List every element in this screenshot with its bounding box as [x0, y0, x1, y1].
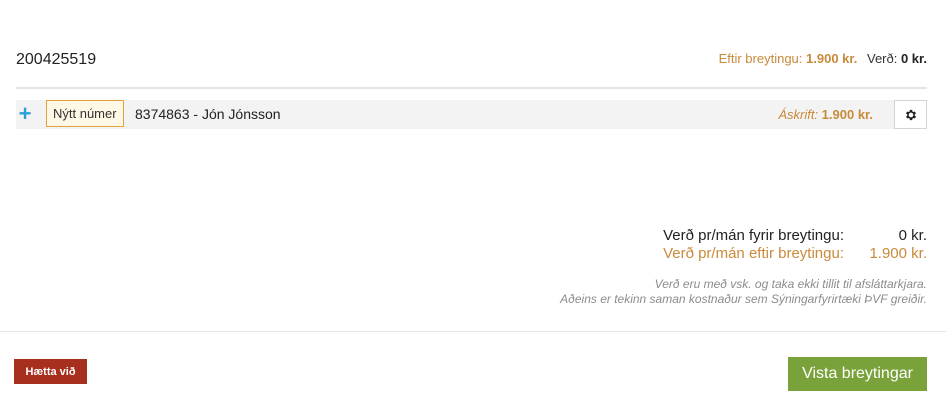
price-notes: Verð eru með vsk. og taka ekki tillit ti… — [560, 277, 927, 307]
subscription-row: + Nýtt númer 8374863 - Jón Jónsson Áskri… — [16, 100, 927, 129]
price-summary: Eftir breytingu: 1.900 kr. Verð: 0 kr. — [719, 51, 927, 66]
subscription-price-value: 1.900 kr. — [821, 107, 873, 122]
subscription-price-label: Áskrift: — [778, 107, 819, 122]
divider — [16, 87, 927, 89]
total-after-row: Verð pr/mán eftir breytingu: 1.900 kr. — [567, 245, 927, 263]
price-value: 0 kr. — [900, 51, 927, 66]
after-change-value: 1.900 kr. — [806, 51, 858, 66]
plus-icon: + — [18, 101, 32, 126]
subscription-line-label: 8374863 - Jón Jónsson — [135, 106, 281, 122]
price-note-cost: Aðeins er tekinn saman kostnaður sem Sýn… — [560, 292, 927, 306]
settings-button[interactable] — [894, 100, 927, 129]
new-number-badge: Nýtt númer — [46, 100, 124, 127]
total-before-row: Verð pr/mán fyrir breytingu: 0 kr. — [567, 227, 927, 245]
after-change-label: Eftir breytingu: — [718, 51, 803, 66]
footer-divider — [0, 331, 946, 332]
monthly-totals: Verð pr/mán fyrir breytingu: 0 kr. Verð … — [567, 227, 927, 263]
gear-icon — [905, 109, 916, 120]
total-after-value: 1.900 kr. — [869, 245, 927, 262]
cancel-button[interactable]: Hætta við — [14, 359, 87, 384]
account-id: 200425519 — [16, 51, 97, 68]
total-before-label: Verð pr/mán fyrir breytingu: — [663, 227, 844, 244]
save-button[interactable]: Vista breytingar — [788, 357, 927, 391]
add-button[interactable]: + — [16, 101, 34, 127]
total-after-label: Verð pr/mán eftir breytingu: — [663, 245, 844, 262]
price-note-vat: Verð eru með vsk. og taka ekki tillit ti… — [654, 277, 927, 291]
subscription-price: Áskrift: 1.900 kr. — [778, 100, 873, 129]
price-label: Verð: — [866, 51, 898, 66]
total-before-value: 0 kr. — [898, 227, 927, 244]
